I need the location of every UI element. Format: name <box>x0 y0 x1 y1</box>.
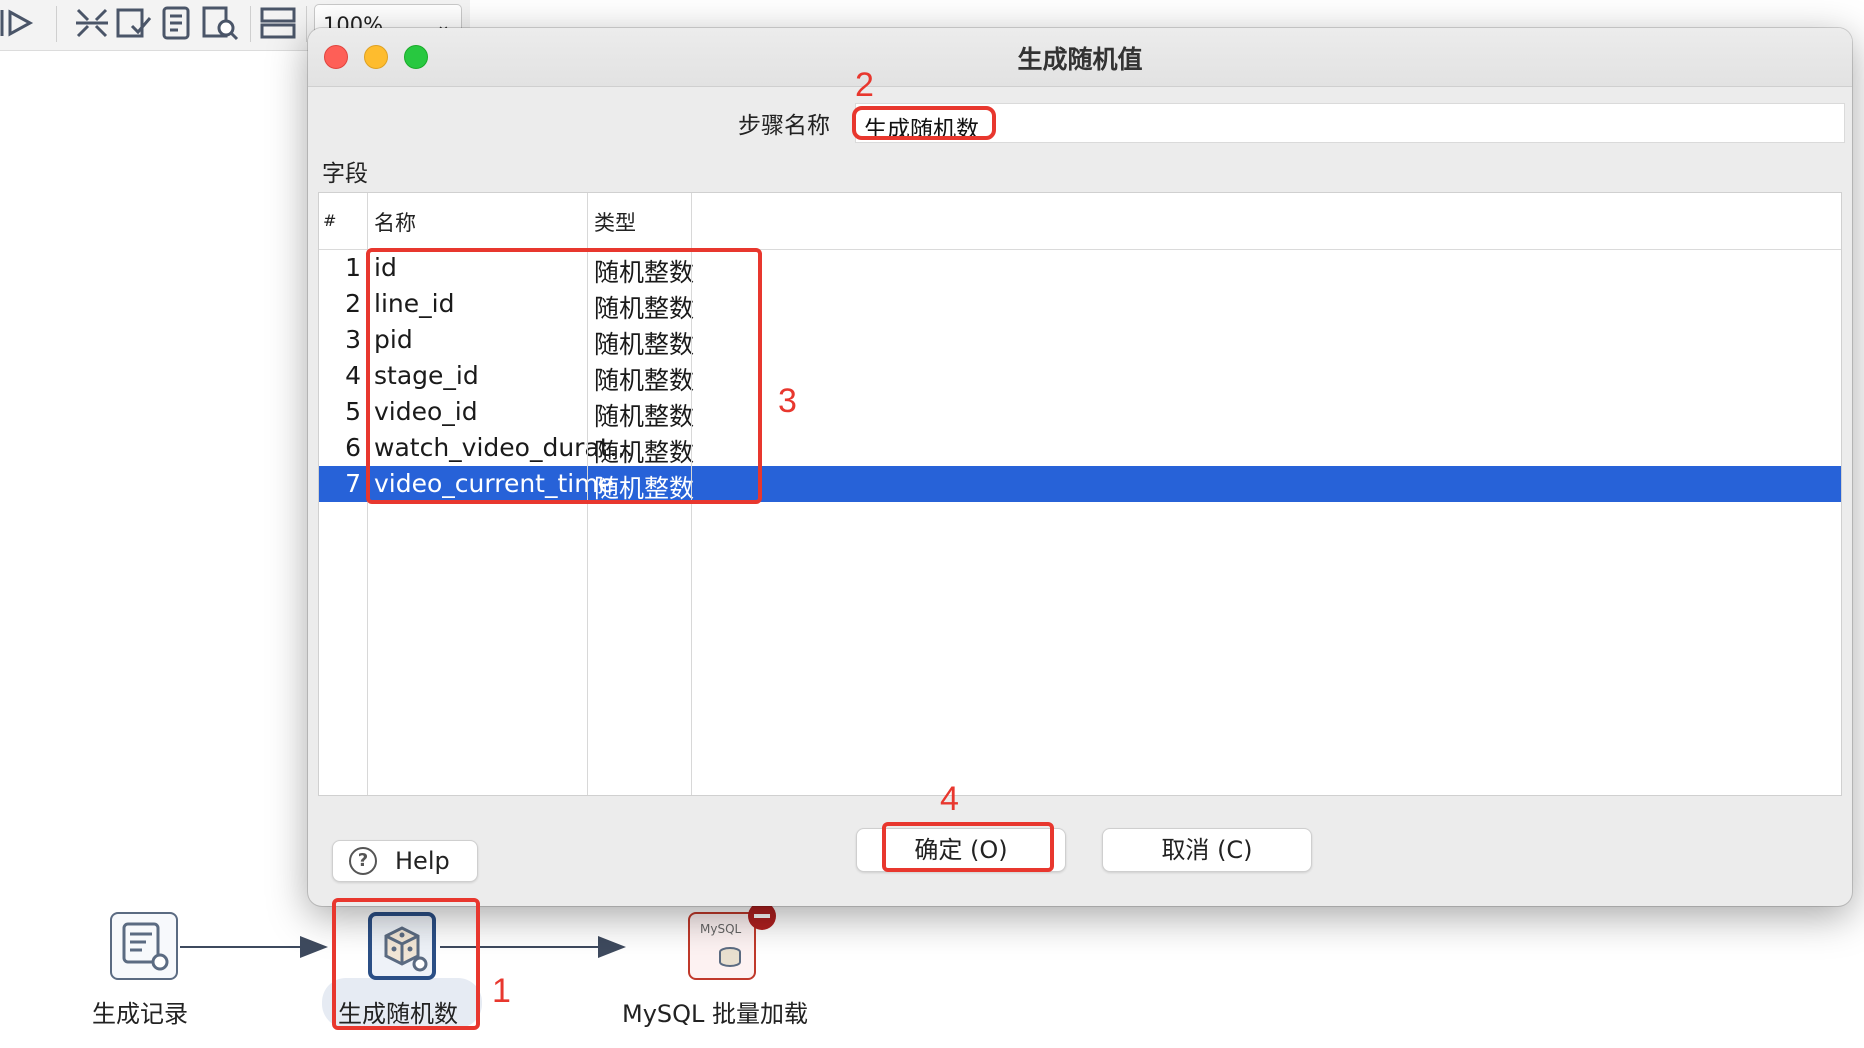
field-type-cell[interactable]: 随机整数 <box>594 397 694 433</box>
help-button[interactable]: ? Help <box>332 840 478 882</box>
field-type-cell[interactable]: 随机整数 <box>594 361 694 397</box>
random-value-node[interactable] <box>368 912 436 980</box>
annotation-number-4: 4 <box>940 780 959 818</box>
layout-icon[interactable] <box>258 4 298 42</box>
generate-rows-icon <box>122 922 169 971</box>
node-label-random-value: 生成随机数 <box>338 1000 458 1028</box>
field-type-cell[interactable]: 随机整数 <box>594 253 694 289</box>
cancel-button[interactable]: 取消 (C) <box>1102 828 1312 872</box>
hop-line <box>440 946 620 948</box>
annotation-number-2: 2 <box>855 66 874 104</box>
step-name-value: 生成随机数 <box>864 117 979 143</box>
mysql-bulk-load-node[interactable]: MySQL <box>688 912 756 980</box>
column-header-name[interactable]: 名称 <box>374 207 416 237</box>
field-type-cell[interactable]: 随机整数 <box>594 433 694 469</box>
table-row-selected[interactable]: 7 video_current_time 随机整数 <box>319 466 1841 505</box>
hop-arrow-icon <box>300 936 328 958</box>
column-divider <box>587 193 588 795</box>
fields-table[interactable]: # 名称 类型 1 id 随机整数 2 line_id 随机整数 3 pid 随… <box>318 192 1842 796</box>
row-index: 3 <box>345 325 361 354</box>
node-label-generate-rows: 生成记录 <box>92 1000 188 1028</box>
row-index: 5 <box>345 397 361 426</box>
mysql-bulk-load-icon: MySQL <box>700 922 742 936</box>
row-index: 7 <box>345 469 361 498</box>
table-row[interactable]: 2 line_id 随机整数 <box>319 286 1841 325</box>
column-header-index[interactable]: # <box>323 211 336 230</box>
column-header-type[interactable]: 类型 <box>594 207 636 237</box>
row-index: 1 <box>345 253 361 282</box>
table-header: # 名称 类型 <box>319 193 1841 250</box>
hop-arrow-icon <box>598 936 626 958</box>
generate-rows-node[interactable] <box>110 912 178 980</box>
table-row[interactable]: 4 stage_id 随机整数 <box>319 358 1841 397</box>
field-type-cell[interactable]: 随机整数 <box>594 325 694 361</box>
align-icon[interactable] <box>72 4 112 42</box>
table-row[interactable]: 6 watch_video_durat... 随机整数 <box>319 430 1841 469</box>
column-divider <box>367 193 368 795</box>
random-value-icon <box>384 926 428 972</box>
analyze-icon[interactable] <box>200 4 240 42</box>
column-divider <box>691 193 692 795</box>
hop-line <box>180 946 308 948</box>
help-button-label: Help <box>395 847 450 875</box>
node-label-mysql-bulk-load: MySQL 批量加载 <box>622 1000 809 1028</box>
table-row[interactable]: 5 video_id 随机整数 <box>319 394 1841 433</box>
fields-label: 字段 <box>322 161 368 187</box>
field-type-cell[interactable]: 随机整数 <box>594 289 694 325</box>
annotation-number-1: 1 <box>492 972 511 1010</box>
ok-button[interactable]: 确定 (O) <box>856 828 1066 872</box>
annotation-number-3: 3 <box>778 382 797 420</box>
dialog-titlebar: 生成随机值 <box>308 28 1852 87</box>
random-value-dialog: 生成随机值 步骤名称 生成随机数 字段 # 名称 类型 1 id 随机整数 2 … <box>308 28 1852 906</box>
row-index: 6 <box>345 433 361 462</box>
field-type-cell[interactable]: 随机整数 <box>594 469 694 505</box>
sql-icon[interactable] <box>156 4 196 42</box>
table-body: 1 id 随机整数 2 line_id 随机整数 3 pid 随机整数 4 st… <box>319 250 1841 505</box>
error-badge-icon <box>748 902 776 930</box>
run-icon[interactable] <box>0 4 40 42</box>
dialog-title: 生成随机值 <box>1017 45 1143 74</box>
step-name-input[interactable]: 生成随机数 <box>855 103 1845 143</box>
table-row[interactable]: 3 pid 随机整数 <box>319 322 1841 361</box>
table-row[interactable]: 1 id 随机整数 <box>319 250 1841 289</box>
row-index: 2 <box>345 289 361 318</box>
help-icon: ? <box>349 847 377 875</box>
check-icon[interactable] <box>114 4 154 42</box>
step-name-label: 步骤名称 <box>738 113 830 139</box>
row-index: 4 <box>345 361 361 390</box>
